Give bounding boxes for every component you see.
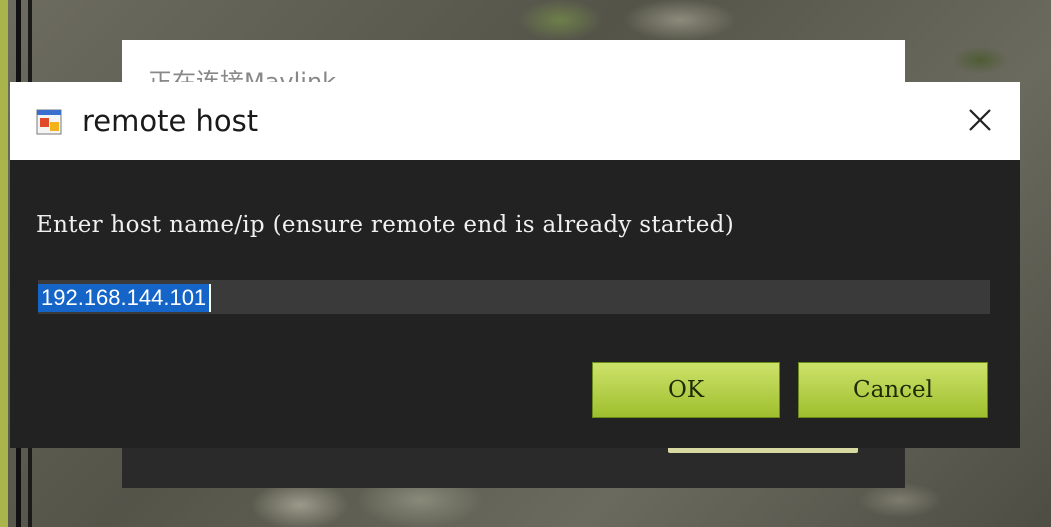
host-input-selected-text: 192.168.144.101 xyxy=(38,284,210,312)
prompt-label: Enter host name/ip (ensure remote end is… xyxy=(36,212,734,238)
text-caret xyxy=(209,284,211,312)
dialog-titlebar: remote host xyxy=(10,82,1020,160)
ok-button[interactable]: OK xyxy=(592,362,780,418)
remote-host-dialog: remote host Enter host name/ip (ensure r… xyxy=(10,82,1020,448)
dialog-title: remote host xyxy=(82,104,259,138)
cancel-button[interactable]: Cancel xyxy=(798,362,988,418)
close-icon xyxy=(969,109,991,131)
left-edge-strip xyxy=(0,0,8,527)
close-button[interactable] xyxy=(960,100,1000,140)
app-window-icon xyxy=(36,109,62,135)
host-input[interactable]: 192.168.144.101 xyxy=(38,280,990,314)
